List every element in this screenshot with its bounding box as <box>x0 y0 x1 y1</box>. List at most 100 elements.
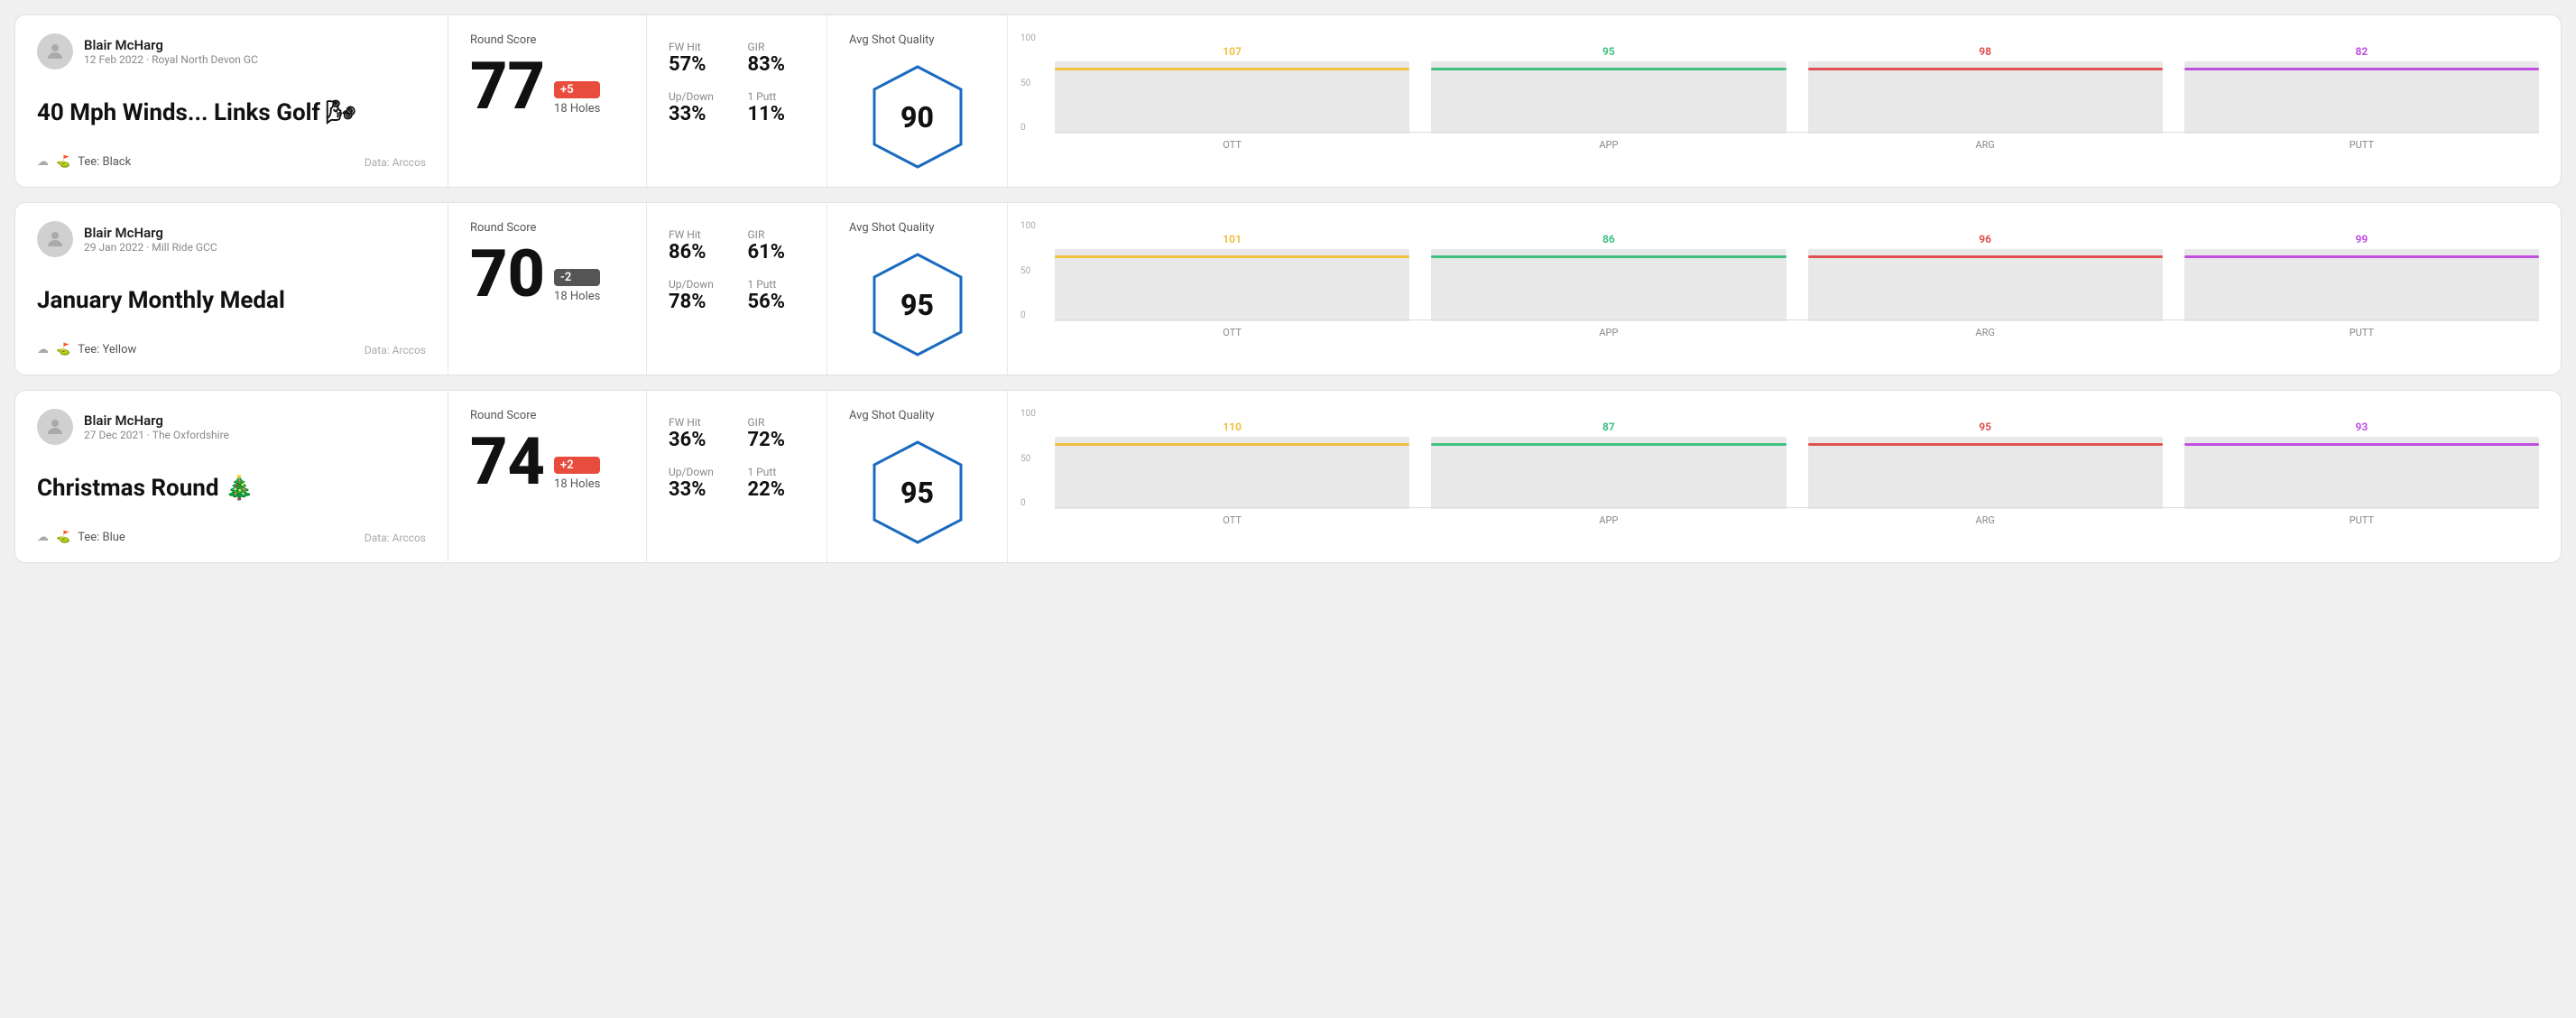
bar-marker <box>1055 255 1409 258</box>
hexagon: 95 <box>873 440 963 544</box>
data-source: Data: Arccos <box>365 156 426 169</box>
y-axis-label: 100 <box>1020 221 1036 231</box>
score-row: 70-218 Holes <box>470 242 624 307</box>
chart-section: 100500110OTT87APP95ARG93PUTT <box>1008 391 2561 562</box>
y-axis-label: 100 <box>1020 33 1036 43</box>
score-section: Round Score74+218 Holes <box>448 391 647 562</box>
stat-item: FW Hit36% <box>669 416 726 451</box>
tee-info: ☁ ⛳ Tee: Blue <box>37 531 125 544</box>
user-row: Blair McHarg27 Dec 2021 · The Oxfordshir… <box>37 409 426 445</box>
user-row: Blair McHarg29 Jan 2022 · Mill Ride GCC <box>37 221 426 257</box>
round-card: Blair McHarg27 Dec 2021 · The Oxfordshir… <box>14 390 2562 563</box>
stat-value: 36% <box>669 429 726 451</box>
bar-label: APP <box>1599 139 1618 151</box>
axis-line <box>1055 132 2539 133</box>
bar-track <box>1431 249 1786 321</box>
bar-group: 107OTT <box>1055 45 1409 151</box>
bar-marker <box>1808 443 2163 446</box>
stat-item: Up/Down33% <box>669 466 726 501</box>
bar-label: OTT <box>1223 139 1242 151</box>
score-value: 74 <box>470 430 545 495</box>
bar-label: APP <box>1599 514 1618 526</box>
score-section: Round Score77+518 Holes <box>448 15 647 187</box>
score-details: -218 Holes <box>554 269 600 303</box>
stat-item: Up/Down33% <box>669 90 726 125</box>
chart-section: 100500101OTT86APP96ARG99PUTT <box>1008 203 2561 375</box>
golf-icon: ⛳ <box>56 531 70 544</box>
stats-grid: FW Hit86%GIR61%Up/Down78%1 Putt56% <box>669 228 805 313</box>
stat-value: 78% <box>669 291 726 313</box>
card-footer: ☁⛳Tee: BlueData: Arccos <box>37 531 426 544</box>
y-axis: 100500 <box>1020 409 1036 508</box>
chart-section: 100500107OTT95APP98ARG82PUTT <box>1008 15 2561 187</box>
bar-marker <box>2184 68 2539 70</box>
user-info: Blair McHarg12 Feb 2022 · Royal North De… <box>84 37 258 66</box>
bar-marker <box>2184 255 2539 258</box>
stat-value: 11% <box>748 103 806 125</box>
user-date: 29 Jan 2022 · Mill Ride GCC <box>84 241 217 254</box>
cloud-icon: ☁ <box>37 531 49 544</box>
bar-label: PUTT <box>2350 327 2374 338</box>
bar-group: 99PUTT <box>2184 233 2539 338</box>
quality-score: 95 <box>900 476 934 510</box>
score-row: 74 +2 18 Holes <box>470 430 624 495</box>
quality-section: Avg Shot Quality 95 <box>827 203 1008 375</box>
stat-label: GIR <box>748 416 806 429</box>
bar-track <box>1055 61 1409 134</box>
stat-item: 1 Putt56% <box>748 278 806 313</box>
tee-info: ☁⛳Tee: Yellow <box>37 343 136 356</box>
score-details: +2 18 Holes <box>554 457 600 491</box>
score-badge: +2 <box>554 457 600 474</box>
bar-track <box>1055 249 1409 321</box>
y-axis: 100 50 0 <box>1020 221 1036 320</box>
user-date: 27 Dec 2021 · The Oxfordshire <box>84 429 229 441</box>
score-badge: +5 <box>554 81 600 98</box>
bar-label: ARG <box>1975 514 1994 526</box>
bar-value: 101 <box>1223 233 1242 245</box>
bar-track <box>1808 437 2163 509</box>
stat-value: 61% <box>748 241 806 264</box>
bar-group: 86 APP <box>1431 233 1786 338</box>
bar-chart: 110OTT87APP95ARG93PUTT <box>1055 409 2539 526</box>
bar-group: 87 APP <box>1431 421 1786 526</box>
bar-group: 98ARG <box>1808 45 2163 151</box>
stat-item: GIR83% <box>748 41 806 76</box>
stat-label: Up/Down <box>669 466 726 478</box>
stat-label: FW Hit <box>669 41 726 53</box>
bar-label: PUTT <box>2350 139 2374 151</box>
bar-label: APP <box>1599 327 1618 338</box>
quality-section: Avg Shot Quality 95 <box>827 391 1008 562</box>
user-name: Blair McHarg <box>84 225 217 241</box>
bar-label: OTT <box>1223 327 1242 338</box>
chart-wrapper: 100500110OTT87APP95ARG93PUTT <box>1029 409 2539 526</box>
tee-label: Tee: Blue <box>78 531 125 544</box>
hexagon-container: 90 <box>849 65 985 169</box>
user-info: Blair McHarg29 Jan 2022 · Mill Ride GCC <box>84 225 217 254</box>
hexagon: 90 <box>873 65 963 169</box>
holes-label: 18 Holes <box>554 290 600 303</box>
y-axis-label: 0 <box>1020 310 1036 320</box>
chart-wrapper: 100500107OTT95APP98ARG82PUTT <box>1029 33 2539 151</box>
stat-value: 56% <box>748 291 806 313</box>
bar-value: 98 <box>1979 45 1991 58</box>
bar-marker <box>1431 68 1786 70</box>
bar-value: 95 <box>1602 45 1615 58</box>
stats-section: FW Hit57%GIR83%Up/Down33%1 Putt11% <box>647 15 827 187</box>
holes-label: 18 Holes <box>554 477 600 491</box>
round-title: 40 Mph Winds... Links Golf 🌬 <box>37 99 426 126</box>
stat-label: 1 Putt <box>748 466 806 478</box>
hexagon: 95 <box>873 253 963 356</box>
bar-marker <box>2184 443 2539 446</box>
y-axis: 100500 <box>1020 33 1036 133</box>
stat-item: GIR72% <box>748 416 806 451</box>
bar-value: 87 <box>1602 421 1615 433</box>
round-card: Blair McHarg12 Feb 2022 · Royal North De… <box>14 14 2562 188</box>
stat-label: FW Hit <box>669 228 726 241</box>
bar-label: ARG <box>1975 327 1994 338</box>
bar-marker <box>1808 68 2163 70</box>
y-axis-label: 50 <box>1020 266 1036 276</box>
stat-value: 22% <box>748 478 806 501</box>
bar-track <box>1808 249 2163 321</box>
bar-value: 86 <box>1602 233 1615 245</box>
bar-chart: 101OTT86APP96ARG99PUTT <box>1055 221 2539 338</box>
